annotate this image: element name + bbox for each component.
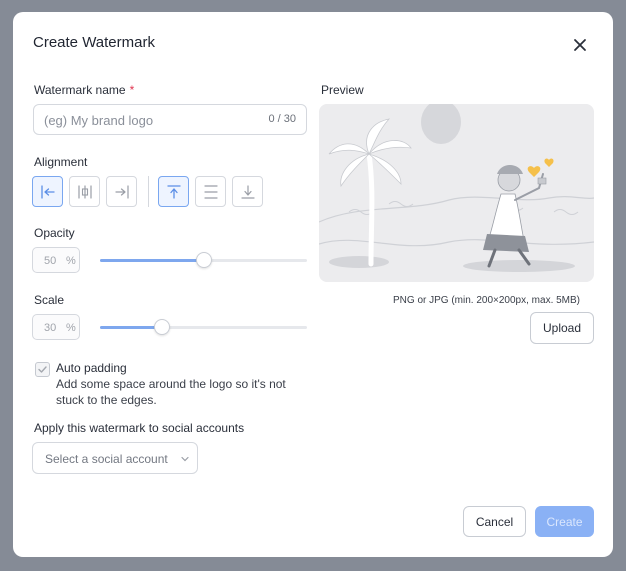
align-center-icon [77,184,92,199]
align-top-button[interactable] [158,176,189,207]
watermark-name-field[interactable]: 0 / 30 [33,104,307,135]
dialog-title: Create Watermark [33,34,155,51]
align-left-icon [40,184,55,199]
watermark-preview [319,104,594,282]
align-right-icon [114,184,129,199]
scale-unit: % [66,322,76,334]
scale-label: Scale [34,293,65,307]
opacity-label: Opacity [34,226,75,240]
social-account-placeholder: Select a social account [45,452,168,466]
social-accounts-label: Apply this watermark to social accounts [34,421,245,435]
align-center-button[interactable] [69,176,100,207]
align-left-button[interactable] [32,176,63,207]
scale-value: 30 [44,322,57,334]
alignment-divider [148,176,149,207]
cancel-button[interactable]: Cancel [463,506,526,537]
auto-padding-description: Add some space around the logo so it's n… [56,377,286,407]
opacity-value: 50 [44,255,57,267]
upload-button[interactable]: Upload [530,312,594,344]
align-middle-icon [203,184,218,199]
opacity-slider-handle[interactable] [195,252,212,268]
chevron-down-icon [181,456,189,462]
watermark-name-input[interactable] [44,111,244,129]
align-right-button[interactable] [106,176,137,207]
align-top-icon [166,184,181,199]
required-mark: * [129,83,135,97]
auto-padding-checkbox[interactable] [35,362,50,377]
alignment-label: Alignment [34,155,88,169]
auto-padding-label: Auto padding [56,361,127,375]
scale-slider-fill [100,326,163,329]
opacity-input[interactable]: 50 % [32,247,80,273]
align-middle-button[interactable] [195,176,226,207]
close-icon[interactable] [569,34,591,56]
checkmark-icon [38,366,47,373]
align-bottom-button[interactable] [232,176,263,207]
scale-input[interactable]: 30 % [32,314,80,340]
align-bottom-icon [240,184,255,199]
watermark-name-label: Watermark name * [34,83,135,97]
create-button[interactable]: Create [535,506,594,537]
preview-label: Preview [321,83,364,97]
opacity-unit: % [66,255,76,267]
name-char-counter: 0 / 30 [268,113,296,125]
scale-slider-handle[interactable] [154,319,171,335]
create-watermark-dialog: Create Watermark Watermark name* 0 / 30 … [13,12,613,557]
preview-illustration [319,104,594,272]
upload-hint: PNG or JPG (min. 200×200px, max. 5MB) [393,295,581,306]
opacity-slider-fill [100,259,204,262]
social-account-select[interactable]: Select a social account [32,442,198,474]
